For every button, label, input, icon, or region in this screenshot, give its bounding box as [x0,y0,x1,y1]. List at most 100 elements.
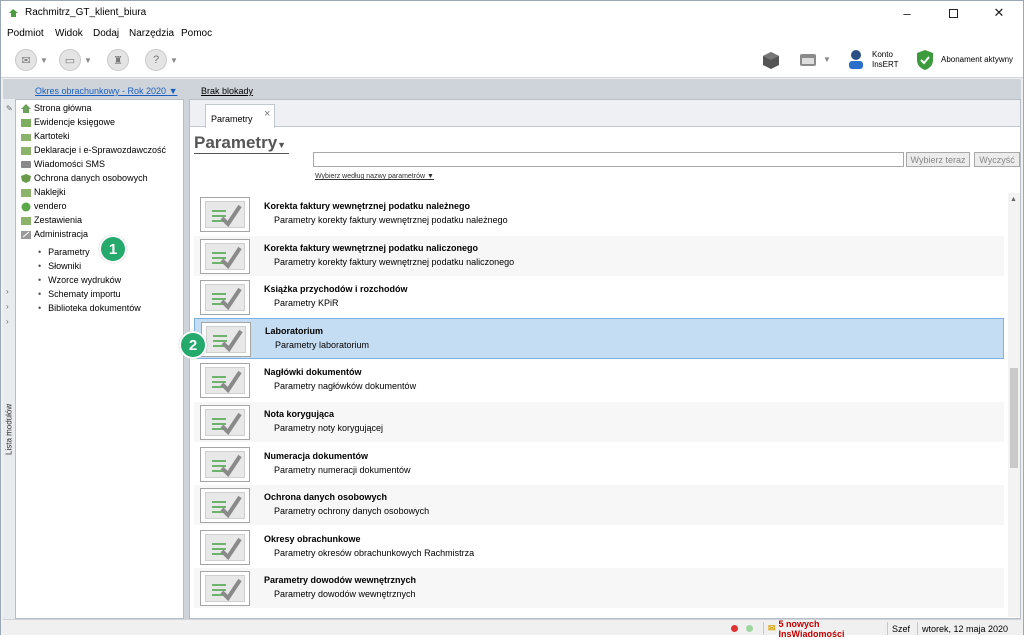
red-light-icon [731,625,738,632]
module-list-label: Lista modułów [4,403,14,455]
list-item[interactable]: Nota korygująca Parametry noty korygujące… [194,401,1004,442]
sidebar-subitem-schematy[interactable]: Schematy importu [38,287,121,301]
green-light-icon [746,625,753,632]
sidebar-item-label: Ewidencje księgowe [34,117,116,127]
close-window-button[interactable]: ✕ [976,1,1022,25]
menu-podmiot[interactable]: Podmiot [7,28,44,39]
lock-status-link[interactable]: Brak blokady [201,86,253,96]
checklist-icon [212,579,242,602]
toolbar-mail-button[interactable]: ✉ ▼ [15,49,51,71]
sidebar-item-label: Kartoteki [34,131,70,141]
abonament-status[interactable]: Abonament aktywny [915,47,1013,73]
title-bar: Rachmitrz_GT_klient_biura – ✕ [1,1,1023,25]
row-title: Parametry dowodów wewnętrznych [264,575,417,586]
toolbar-help-button[interactable]: ? ▼ [145,49,181,71]
list-item[interactable]: Korekta faktury wewnętrznej podatku nale… [194,193,1004,234]
sidebar-item-label: Ochrona danych osobowych [34,173,148,183]
minimize-button[interactable]: – [884,1,930,25]
sidebar-item-ewidencje[interactable]: Ewidencje księgowe [20,115,115,129]
sidebar-item-sms[interactable]: Wiadomości SMS [20,157,105,171]
list-item[interactable]: Okresy obrachunkowe Parametry okresów obr… [194,525,1004,567]
list-item[interactable]: Parametry dowodów wewnętrznych Parametry … [194,567,1004,609]
toolbar-cube-button[interactable] [761,47,781,73]
row-title: Ochrona danych osobowych [264,492,388,503]
page-title-dropdown[interactable]: Parametry▼ [194,133,290,154]
tab-parametry[interactable]: Parametry × [205,104,275,128]
checklist-icon [213,329,243,352]
ledger-icon [21,118,31,127]
scroll-thumb[interactable] [1010,368,1018,468]
admin-icon [21,230,31,239]
abonament-label: Abonament aktywny [941,55,1014,64]
menu-dodaj[interactable]: Dodaj [93,28,119,39]
row-title: Nagłówki dokumentów [264,367,362,378]
search-input[interactable] [313,152,904,167]
chevron-down-icon: ▼ [823,55,831,64]
chevron-right-icon: › [6,429,9,438]
toolbar-document-button[interactable]: ▭ ▼ [59,49,95,71]
sidebar-subitem-parametry[interactable]: Parametry [38,245,90,259]
konto-insert-button[interactable]: Konto InsERT [846,47,899,73]
konto-label-2: InsERT [872,60,899,69]
sidebar: Strona główna Ewidencje księgowe Kartote… [15,99,184,619]
list-item[interactable]: Nagłówki dokumentów Parametry nagłówków d… [194,359,1004,400]
sidebar-item-zestawienia[interactable]: Zestawienia [20,213,82,227]
checklist-icon [212,537,242,560]
sidebar-item-kartoteki[interactable]: Kartoteki [20,129,70,143]
menu-widok[interactable]: Widok [55,28,83,39]
sidebar-subitem-label: Wzorce wydruków [48,275,122,285]
list-item[interactable]: Książka przychodów i rozchodów Parametry … [194,276,1004,317]
sidebar-item-rodo[interactable]: Ochrona danych osobowych [20,171,148,185]
maximize-button[interactable] [930,1,976,25]
step-badge-1: 1 [99,235,127,263]
row-description: Parametry laboratorium [275,339,370,350]
chevron-right-icon: › [6,415,9,424]
tab-strip: Parametry × [190,100,1020,128]
chevron-down-icon: ▼ [277,140,287,150]
menu-narzedzia[interactable]: Narzędzia [129,28,174,39]
sidebar-item-deklaracje[interactable]: Deklaracje i e-Sprawozdawczość [20,143,166,157]
chevron-down-icon: ▼ [427,173,434,180]
checklist-icon [212,288,242,311]
sidebar-item-strona-glowna[interactable]: Strona główna [20,101,92,115]
toolbar: ✉ ▼ ▭ ▼ ♜ ? ▼ ▼ Konto InsERT Abonament aktyw… [1,42,1023,78]
chevron-down-icon: ▼ [40,55,48,65]
parameter-icon [200,446,250,482]
sidebar-subitem-slowniki[interactable]: Słowniki [38,259,81,273]
list-item[interactable]: Ochrona danych osobowych Parametry ochron… [194,484,1004,526]
envelope-icon: ✉ [15,49,37,71]
sms-icon [21,160,31,168]
clear-button[interactable]: Wyczyść [974,152,1020,167]
sidebar-item-vendero[interactable]: vendero [20,199,67,213]
toolbar-cloud-button[interactable]: ▼ [798,47,831,73]
sidebar-item-naklejki[interactable]: Naklejki [20,185,66,199]
list-item[interactable]: Korekta faktury wewnętrznej podatku nali… [194,234,1004,276]
declaration-icon [21,146,31,155]
scroll-up-icon[interactable]: ▲ [1010,196,1017,203]
period-selector[interactable]: Okres obrachunkowy - Rok 2020 ▼ [35,86,178,96]
parameter-icon [200,363,250,399]
sticker-icon [21,188,31,197]
module-list-tab[interactable]: ✎ › › › Lista modułów › › › [3,99,15,619]
sidebar-subitem-wzorce[interactable]: Wzorce wydruków [38,273,121,287]
sidebar-item-administracja[interactable]: Administracja [20,227,88,241]
news-label: 5 nowych InsWiadomości [778,618,845,639]
news-link[interactable]: ✉ 5 nowych InsWiadomości [763,619,887,639]
menu-bar: Podmiot Widok Dodaj Narzędzia Pomoc [1,25,1023,42]
row-description: Parametry dowodów wewnętrznych [274,589,416,600]
list-item[interactable]: Laboratorium Parametry laboratorium [194,317,1004,359]
chevron-right-icon: › [6,287,9,296]
sidebar-subitem-biblioteka[interactable]: Biblioteka dokumentów [38,301,141,315]
info-bar: Okres obrachunkowy - Rok 2020 ▼ Brak blo… [15,82,1021,99]
tab-close-icon[interactable]: × [264,108,270,120]
report-icon [21,216,31,225]
parameter-icon [200,238,250,274]
list-item[interactable]: Numeracja dokumentów Parametry numeracji … [194,442,1004,484]
toolbar-stamp-button[interactable]: ♜ [107,49,143,71]
select-now-button[interactable]: Wybierz teraz [906,152,970,167]
vertical-scrollbar[interactable]: ▲ [1008,193,1020,617]
sort-selector[interactable]: Wybierz według nazwy parametrów ▼ [315,173,434,180]
menu-pomoc[interactable]: Pomoc [181,28,212,39]
chevron-right-icon: › [6,302,9,311]
chevron-right-icon: › [6,317,9,326]
